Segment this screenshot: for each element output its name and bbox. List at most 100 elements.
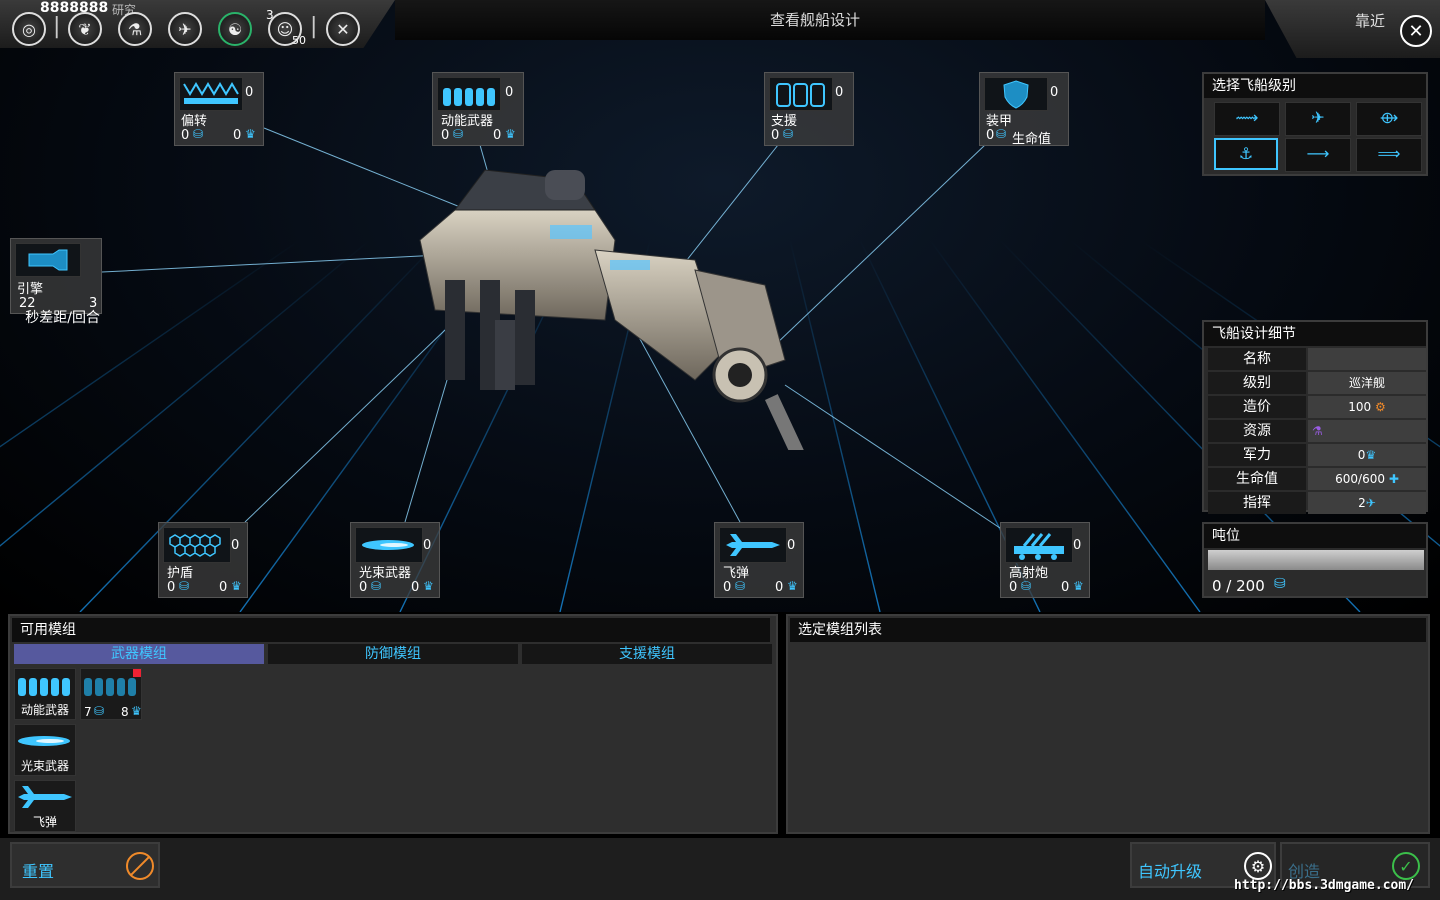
deflector-icon [179, 77, 243, 111]
slot-armor[interactable]: 0 装甲 0 ⛁ 生命值 [979, 72, 1069, 147]
auto-upgrade-gear-icon: ⚙ [1244, 852, 1272, 880]
ship-class-battleship-icon[interactable]: ⟶ [1285, 138, 1351, 172]
diplomacy-icon[interactable]: ☯ [218, 12, 252, 46]
engine-speed: 22 [19, 296, 36, 311]
missile-icon [719, 527, 787, 563]
slot-value-b: 0 [233, 128, 242, 143]
module-item-beam[interactable]: 光束武器 [14, 724, 76, 776]
detail-key: 级别 [1208, 372, 1306, 394]
ship-details-panel: 飞船设计细节 名称 级别 巡洋舰 造价 100 ⚙ 资源 ⚗ 军力 0♛ 生命值… [1202, 320, 1428, 514]
detail-key: 名称 [1208, 348, 1306, 370]
tonnage-icon: ⛁ [453, 127, 464, 141]
research-icon[interactable]: ⚗ [118, 12, 152, 46]
tab-weapon-modules[interactable]: 武器模组 [14, 644, 264, 664]
slot-missile[interactable]: 0 飞弹 0 ⛁ 0 ♛ [714, 522, 804, 598]
tonnage-bar [1208, 550, 1424, 570]
kinetic-weapon-icon [15, 669, 75, 701]
detail-key: 军力 [1208, 444, 1306, 466]
detail-key: 资源 [1208, 420, 1306, 442]
zoom-in-label[interactable]: 靠近 [1355, 10, 1385, 31]
slot-value-b: 0 [775, 580, 784, 595]
selected-modules-panel: 选定模组列表 [786, 614, 1430, 834]
slot-count: 0 [245, 85, 254, 100]
slot-value-a: 0 [167, 580, 176, 595]
power-icon: ♛ [131, 704, 142, 718]
tonnage-icon: ⛁ [1021, 579, 1032, 593]
new-badge [133, 669, 141, 677]
reset-prohibit-icon [126, 852, 154, 880]
engine-unit-label: 秒差距/回合 [25, 310, 100, 326]
ship-class-cruiser-icon[interactable]: ⚓ [1214, 138, 1278, 170]
satellite-icon: ✈ [1365, 496, 1376, 510]
tonnage-icon: ⛁ [179, 579, 190, 593]
module-label: 动能武器 [20, 703, 69, 717]
slot-value-a: 0 [986, 128, 995, 143]
empire-emblem-icon[interactable]: ❦ [68, 12, 102, 46]
ship-class-dreadnought-icon[interactable]: ⟹ [1356, 138, 1422, 172]
module-item-kinetic-upgraded[interactable]: 7 ⛁ 8 ♛ [80, 668, 142, 720]
power-icon: ♛ [245, 127, 256, 141]
tab-defense-modules[interactable]: 防御模组 [268, 644, 518, 664]
beam-weapon-icon [15, 725, 75, 757]
reset-button[interactable]: 重置 [10, 842, 160, 888]
slot-value-b: 0 [493, 128, 502, 143]
slot-value-b: 0 [219, 580, 228, 595]
detail-key: 生命值 [1208, 468, 1306, 490]
tonnage-icon: ⛁ [371, 579, 382, 593]
slot-flak[interactable]: 0 高射炮 0 ⛁ 0 ♛ [1000, 522, 1090, 598]
ship-class-corvette-icon[interactable]: ⟿ [1214, 102, 1280, 136]
slot-beam-weapon[interactable]: 0 光束武器 0 ⛁ 0 ♛ [350, 522, 440, 598]
auto-upgrade-label: 自动升级 [1138, 862, 1203, 881]
detail-value-military: 0♛ [1308, 444, 1426, 466]
create-check-icon: ✓ [1392, 852, 1420, 880]
slot-value-a: 0 [359, 580, 368, 595]
power-icon: ♛ [505, 127, 516, 141]
watermark: http://bbs.3dmgame.com/ [1234, 878, 1415, 893]
population-badge: 50 [292, 34, 306, 47]
slot-kinetic-weapon[interactable]: 0 动能武器 0 ⛁ 0 ♛ [432, 72, 524, 146]
slot-support[interactable]: 0 支援 0 ⛁ [764, 72, 854, 146]
detail-row-hp: 生命值 600/600 ✚ [1208, 468, 1426, 490]
slot-shield[interactable]: 0 护盾 0 ⛁ 0 ♛ [158, 522, 248, 598]
power-icon: ♛ [1365, 448, 1377, 462]
slot-engine[interactable]: 引擎 22 3 [10, 238, 102, 314]
detail-value-hp: 600/600 ✚ [1308, 468, 1426, 490]
slot-count: 0 [1073, 538, 1082, 553]
flak-cannon-icon [1005, 527, 1073, 563]
ship-name-field[interactable] [1308, 348, 1426, 370]
gear-icon: ⚙ [1374, 400, 1386, 414]
slot-value-a: 0 [181, 128, 190, 143]
settings-tools-icon[interactable]: ✕ [326, 12, 360, 46]
panel-title: 选定模组列表 [790, 618, 1426, 642]
cost-value: 100 [1348, 400, 1372, 414]
ship-class-destroyer-icon[interactable]: ⟴ [1356, 102, 1422, 136]
ship-design-icon[interactable]: ✈ [168, 12, 202, 46]
detail-row-command: 指挥 2✈ [1208, 492, 1426, 514]
detail-value-resources: ⚗ [1308, 420, 1426, 442]
kinetic-weapon-icon [437, 77, 501, 111]
slot-unit: 生命值 [1012, 132, 1052, 147]
reset-label: 重置 [22, 862, 55, 881]
top-bar: 8888888 研究 ◎ | ❦ ⚗ ✈ ☯ ☺ 3 50 | ✕ 查看舰船设计… [0, 0, 1440, 58]
panel-title: 飞船设计细节 [1204, 322, 1426, 346]
tonnage-value: 0 / 200 [1212, 577, 1265, 595]
galaxy-icon[interactable]: ◎ [12, 12, 46, 46]
tab-support-modules[interactable]: 支援模组 [522, 644, 772, 664]
tonnage-icon: ⛁ [1274, 576, 1286, 592]
cruiser-ship-model[interactable] [395, 150, 815, 450]
detail-value-cost: 100 ⚙ [1308, 396, 1426, 418]
module-item-kinetic[interactable]: 动能武器 [14, 668, 76, 720]
close-icon[interactable]: ✕ [1400, 15, 1432, 47]
module-item-missile[interactable]: 飞弹 [14, 780, 76, 832]
module-value-b: 8 [121, 705, 129, 719]
slot-deflector[interactable]: 0 偏转 0 ⛁ 0 ♛ [174, 72, 264, 146]
tonnage-icon: ⛁ [735, 579, 746, 593]
notification-badge: 3 [266, 8, 274, 22]
kinetic-weapon-upgraded-icon [81, 669, 141, 701]
screen-title: 查看舰船设计 [769, 11, 860, 29]
power-icon: ♛ [1073, 579, 1084, 593]
detail-row-class: 级别 巡洋舰 [1208, 372, 1426, 394]
ship-class-frigate-icon[interactable]: ✈ [1285, 102, 1351, 136]
slot-value-a: 0 [1009, 580, 1018, 595]
command-value: 2 [1358, 496, 1366, 510]
